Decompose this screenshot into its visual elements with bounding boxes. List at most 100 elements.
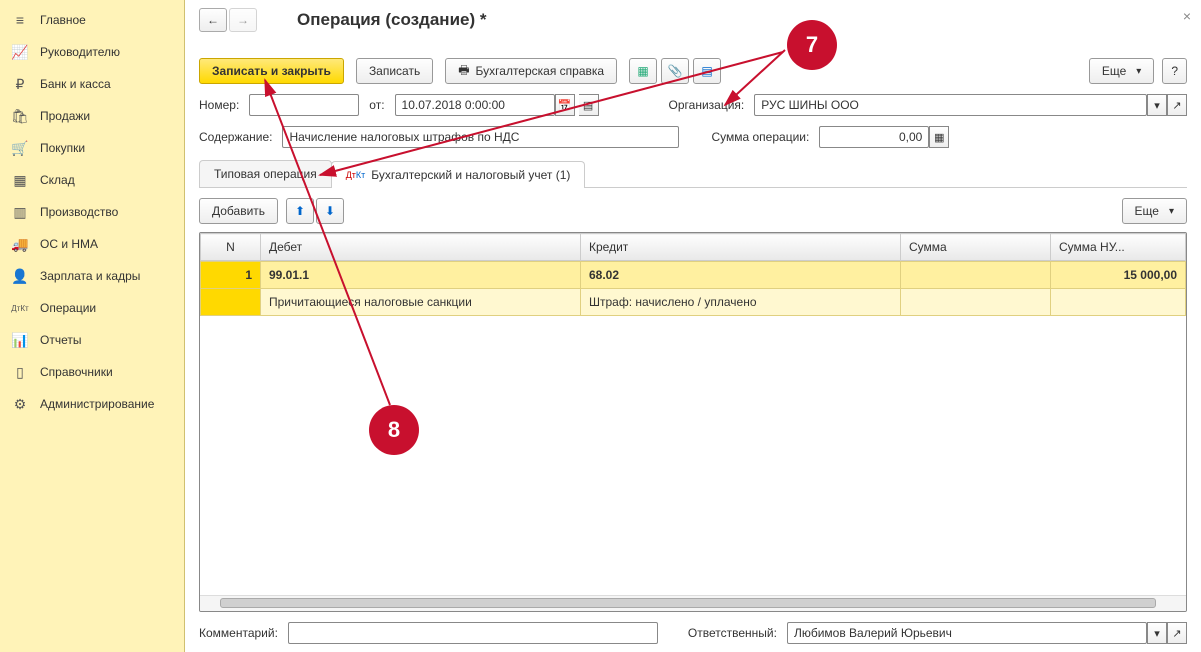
sidebar-item-assets[interactable]: 🚚ОС и НМА bbox=[0, 228, 184, 260]
doc-icon: ▤ bbox=[701, 64, 712, 78]
sidebar-item-label: Банк и касса bbox=[40, 77, 111, 91]
sidebar-item-label: Склад bbox=[40, 173, 75, 187]
blocks-icon: ▥ bbox=[12, 204, 28, 220]
calc-button[interactable]: ▦ bbox=[929, 126, 949, 148]
sidebar-item-warehouse[interactable]: ▦Склад bbox=[0, 164, 184, 196]
sidebar-item-label: ОС и НМА bbox=[40, 237, 98, 251]
number-label: Номер: bbox=[199, 98, 239, 112]
tab-typical-operation[interactable]: Типовая операция bbox=[199, 160, 332, 187]
paperclip-icon: 📎 bbox=[668, 64, 683, 78]
register-icon: ▦ bbox=[637, 64, 648, 78]
org-open-button[interactable]: ↗ bbox=[1167, 94, 1187, 116]
cell-sum2[interactable] bbox=[901, 289, 1051, 316]
attach-button[interactable]: 📎 bbox=[661, 58, 689, 84]
sidebar-item-label: Покупки bbox=[40, 141, 85, 155]
move-up-button[interactable]: ⬆ bbox=[286, 198, 314, 224]
org-input[interactable]: РУС ШИНЫ ООО bbox=[754, 94, 1147, 116]
arrow-up-icon: ⬆ bbox=[295, 204, 305, 218]
more-button[interactable]: Еще bbox=[1089, 58, 1154, 84]
number-input[interactable] bbox=[249, 94, 359, 116]
sidebar-item-reports[interactable]: 📊 Отчеты bbox=[0, 324, 184, 356]
responsible-dropdown-button[interactable]: ▾ bbox=[1147, 622, 1167, 644]
sidebar-item-label: Производство bbox=[40, 205, 118, 219]
sidebar-item-label: Руководителю bbox=[40, 45, 120, 59]
responsible-label: Ответственный: bbox=[688, 626, 777, 640]
responsible-input[interactable]: Любимов Валерий Юрьевич bbox=[787, 622, 1147, 644]
callout-8: 8 bbox=[369, 405, 419, 455]
sidebar: ≡ Главное 📈 Руководителю ₽ Банк и касса 🛍 Пр… bbox=[0, 0, 185, 652]
gear-icon: ⚙ bbox=[12, 396, 28, 412]
cell-n[interactable]: 1 bbox=[201, 262, 261, 289]
org-label: Организация: bbox=[669, 98, 745, 112]
sidebar-item-label: Зарплата и кадры bbox=[40, 269, 140, 283]
print-button[interactable]: 🖶Бухгалтерская справка bbox=[445, 58, 617, 84]
sidebar-item-main[interactable]: ≡ Главное bbox=[0, 4, 184, 36]
col-credit[interactable]: Кредит bbox=[581, 234, 901, 261]
report-button[interactable]: ▤ bbox=[693, 58, 721, 84]
menu-icon: ≡ bbox=[12, 12, 28, 28]
chart-icon: 📈 bbox=[12, 44, 28, 60]
sidebar-item-production[interactable]: ▥ Производство bbox=[0, 196, 184, 228]
sidebar-item-hr[interactable]: 👤Зарплата и кадры bbox=[0, 260, 184, 292]
bag-icon: 🛍 bbox=[12, 108, 28, 124]
date-extra-button[interactable]: ▤ bbox=[579, 94, 599, 116]
register-button[interactable]: ▦ bbox=[629, 58, 657, 84]
ruble-icon: ₽ bbox=[12, 76, 28, 92]
responsible-open-button[interactable]: ↗ bbox=[1167, 622, 1187, 644]
nav-forward-button[interactable]: → bbox=[229, 8, 257, 32]
cell-credit-acc[interactable]: 68.02 bbox=[581, 262, 901, 289]
close-button[interactable]: × bbox=[1183, 8, 1191, 24]
cell-sum-nu2[interactable] bbox=[1051, 289, 1186, 316]
sidebar-item-admin[interactable]: ⚙ Администрирование bbox=[0, 388, 184, 420]
horizontal-scrollbar[interactable] bbox=[200, 595, 1186, 611]
callout-7: 7 bbox=[787, 20, 837, 70]
col-sum[interactable]: Сумма bbox=[901, 234, 1051, 261]
cart-icon: 🛒 bbox=[12, 140, 28, 156]
col-n[interactable]: N bbox=[201, 234, 261, 261]
sidebar-item-label: Администрирование bbox=[40, 397, 154, 411]
add-row-button[interactable]: Добавить bbox=[199, 198, 278, 224]
move-down-button[interactable]: ⬇ bbox=[316, 198, 344, 224]
arrow-down-icon: ⬇ bbox=[325, 204, 335, 218]
cell-n2[interactable] bbox=[201, 289, 261, 316]
sidebar-item-manager[interactable]: 📈 Руководителю bbox=[0, 36, 184, 68]
org-dropdown-button[interactable]: ▾ bbox=[1147, 94, 1167, 116]
cell-credit-desc[interactable]: Штраф: начислено / уплачено bbox=[581, 289, 901, 316]
save-close-button[interactable]: Записать и закрыть bbox=[199, 58, 344, 84]
table-more-button[interactable]: Еще bbox=[1122, 198, 1187, 224]
sidebar-item-bank[interactable]: ₽ Банк и касса bbox=[0, 68, 184, 100]
nav-back-button[interactable]: ← bbox=[199, 8, 227, 32]
tab-accounting[interactable]: ДтКтБухгалтерский и налоговый учет (1) bbox=[331, 161, 586, 188]
printer-icon: 🖶 bbox=[458, 61, 469, 82]
sum-label: Сумма операции: bbox=[711, 130, 809, 144]
sidebar-item-label: Отчеты bbox=[40, 333, 81, 347]
sidebar-item-label: Главное bbox=[40, 13, 86, 27]
cell-sum[interactable] bbox=[901, 262, 1051, 289]
sidebar-item-refs[interactable]: ▯Справочники bbox=[0, 356, 184, 388]
help-button[interactable]: ? bbox=[1162, 58, 1187, 84]
date-input[interactable]: 10.07.2018 0:00:00 bbox=[395, 94, 555, 116]
main-panel: × ← → Операция (создание) * Записать и з… bbox=[185, 0, 1201, 652]
comment-label: Комментарий: bbox=[199, 626, 278, 640]
date-picker-button[interactable]: 📅 bbox=[555, 94, 575, 116]
save-button[interactable]: Записать bbox=[356, 58, 433, 84]
col-debit[interactable]: Дебет bbox=[261, 234, 581, 261]
bars-icon: 📊 bbox=[12, 332, 28, 348]
table-row[interactable]: 1 99.01.1 68.02 15 000,00 bbox=[201, 262, 1186, 289]
sidebar-item-sales[interactable]: 🛍 Продажи bbox=[0, 100, 184, 132]
content-input[interactable]: Начисление налоговых штрафов по НДС bbox=[282, 126, 679, 148]
cell-debit-acc[interactable]: 99.01.1 bbox=[261, 262, 581, 289]
sidebar-item-operations[interactable]: ДтКтОперации bbox=[0, 292, 184, 324]
dtkt-icon: ДтКт bbox=[12, 300, 28, 316]
sidebar-item-label: Продажи bbox=[40, 109, 90, 123]
col-sum-nu[interactable]: Сумма НУ... bbox=[1051, 234, 1186, 261]
scroll-thumb[interactable] bbox=[220, 598, 1156, 608]
sum-input[interactable]: 0,00 bbox=[819, 126, 929, 148]
cell-debit-desc[interactable]: Причитающиеся налоговые санкции bbox=[261, 289, 581, 316]
sidebar-item-purchases[interactable]: 🛒 Покупки bbox=[0, 132, 184, 164]
cell-sum-nu[interactable]: 15 000,00 bbox=[1051, 262, 1186, 289]
entries-table: N Дебет Кредит Сумма Сумма НУ... 1 99.01… bbox=[199, 232, 1187, 612]
table-row[interactable]: Причитающиеся налоговые санкции Штраф: н… bbox=[201, 289, 1186, 316]
book-icon: ▯ bbox=[12, 364, 28, 380]
comment-input[interactable] bbox=[288, 622, 658, 644]
